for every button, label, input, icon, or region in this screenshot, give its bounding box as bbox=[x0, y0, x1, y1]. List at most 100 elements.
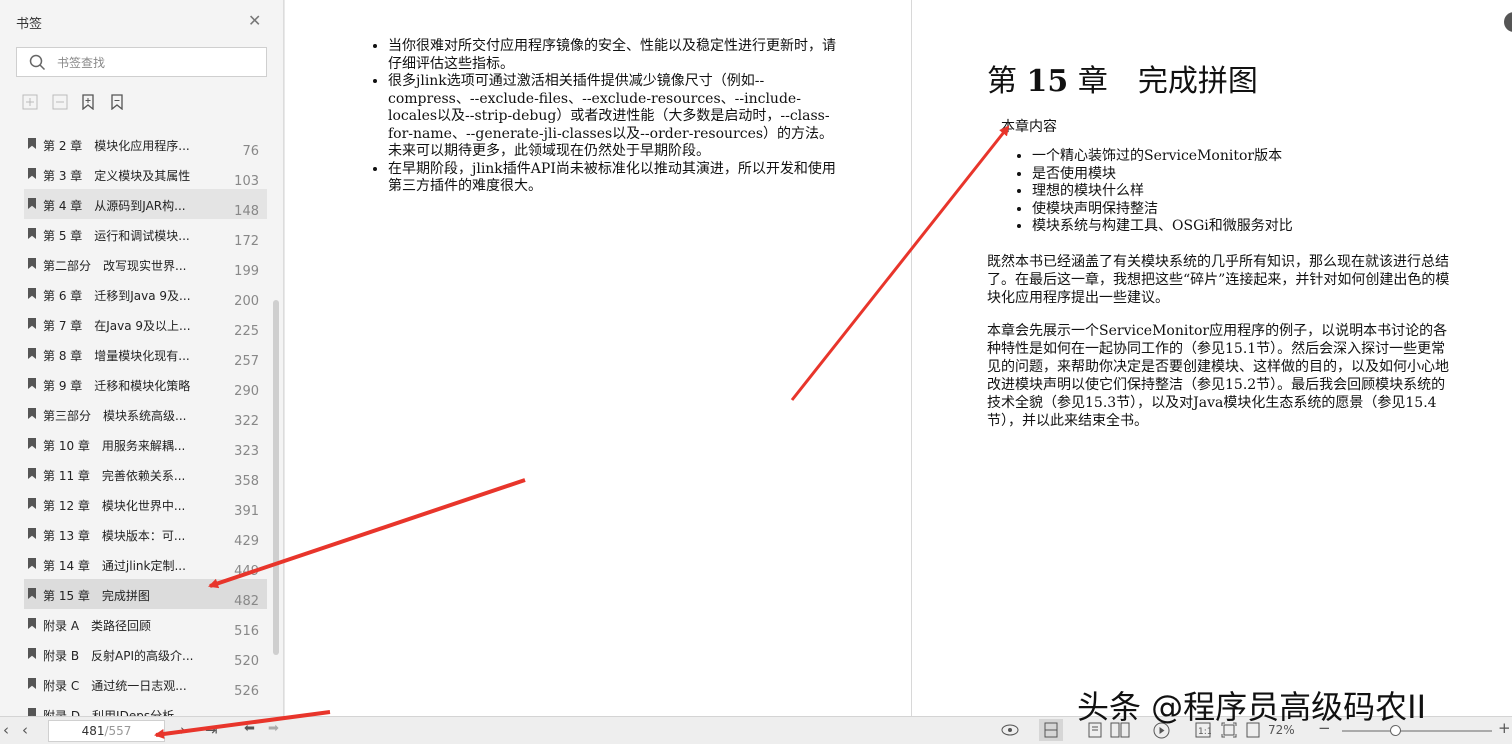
sidebar-title: 书签 bbox=[16, 17, 43, 32]
close-icon[interactable]: ✕ bbox=[248, 11, 261, 30]
document-view: 当你很难对所交付应用程序镜像的安全、性能以及稳定性进行更新时，请仔细评估这些指标… bbox=[285, 0, 1512, 716]
bookmark-page: 516 bbox=[234, 624, 259, 639]
bookmark-icon bbox=[28, 558, 36, 569]
bookmark-icon bbox=[28, 438, 36, 449]
bookmark-page: 290 bbox=[234, 384, 259, 399]
bookmark-icon bbox=[28, 408, 36, 419]
forward-icon[interactable]: ➡ bbox=[268, 721, 279, 736]
zoom-slider[interactable] bbox=[1342, 725, 1492, 736]
edge-tab[interactable] bbox=[1500, 0, 1512, 44]
bookmark-page: 482 bbox=[234, 594, 259, 609]
single-page-view-button[interactable] bbox=[1039, 719, 1063, 741]
bookmark-label: 第三部分 模块系统高级... bbox=[43, 409, 187, 423]
prev-page-button[interactable]: ‹ bbox=[22, 721, 28, 739]
bookmark-item[interactable]: 第 14 章 通过jlink定制... 449 bbox=[24, 549, 267, 579]
bookmark-item[interactable]: 第三部分 模块系统高级... 322 bbox=[24, 399, 267, 429]
watermark: 头条 @程序员高级码农II bbox=[1077, 688, 1427, 726]
back-icon[interactable]: ⬅ bbox=[244, 721, 255, 736]
bookmark-label: 第 14 章 通过jlink定制... bbox=[43, 559, 186, 573]
bookmark-item[interactable]: 第 12 章 模块化世界中... 391 bbox=[24, 489, 267, 519]
bookmark-search-box[interactable] bbox=[16, 47, 267, 77]
bookmark-label: 第 9 章 迁移和模块化策略 bbox=[43, 379, 191, 393]
bookmark-sidebar: 书签 ✕ 第 2 章 模块化应用程序... 76 第 3 章 定义模块及其属性 103… bbox=[0, 0, 284, 716]
bookmark-label: 第 6 章 迁移到Java 9及... bbox=[43, 289, 191, 303]
bookmark-label: 第二部分 改写现实世界... bbox=[43, 259, 187, 273]
bookmark-icon bbox=[28, 228, 36, 239]
chapter-topics: 一个精心装饰过的ServiceMonitor版本 是否使用模块 理想的模块什么样… bbox=[1012, 148, 1293, 236]
bookmark-icon bbox=[28, 528, 36, 539]
chapter-prefix: 第 bbox=[987, 64, 1017, 99]
bookmark-item[interactable]: 第二部分 改写现实世界... 199 bbox=[24, 249, 267, 279]
chapter-number: 15 bbox=[1026, 64, 1069, 99]
bookmark-page: 391 bbox=[234, 504, 259, 519]
bookmark-page: 322 bbox=[234, 414, 259, 429]
bookmark-label: 第 10 章 用服务来解耦... bbox=[43, 439, 186, 453]
total-pages: /557 bbox=[104, 724, 132, 738]
bookmark-search-input[interactable] bbox=[55, 52, 259, 74]
bookmark-item[interactable]: 附录 C 通过统一日志观... 526 bbox=[24, 669, 267, 699]
bookmark-item[interactable]: 第 15 章 完成拼图 482 bbox=[24, 579, 267, 609]
bookmark-page: 76 bbox=[242, 144, 259, 159]
zoom-in-button[interactable]: + bbox=[1498, 719, 1511, 737]
bookmark-item[interactable]: 第 9 章 迁移和模块化策略 290 bbox=[24, 369, 267, 399]
bookmark-page: 526 bbox=[234, 684, 259, 699]
bookmark-icon bbox=[28, 348, 36, 359]
bookmark-label: 附录 B 反射API的高级介... bbox=[43, 649, 194, 663]
collapse-all-icon[interactable] bbox=[52, 94, 68, 110]
expand-all-icon[interactable] bbox=[22, 94, 38, 110]
list-item: 很多jlink选项可通过激活相关插件提供减少镜像尺寸（例如--compress、… bbox=[388, 73, 840, 161]
bookmark-item[interactable]: 第 2 章 模块化应用程序... 76 bbox=[24, 129, 267, 159]
svg-text:1:1: 1:1 bbox=[1198, 727, 1211, 737]
bookmark-page: 199 bbox=[234, 264, 259, 279]
bookmark-page: 449 bbox=[234, 564, 259, 579]
bookmark-label: 第 7 章 在Java 9及以上... bbox=[43, 319, 191, 333]
bookmark-icon bbox=[28, 468, 36, 479]
list-item: 一个精心装饰过的ServiceMonitor版本 bbox=[1032, 148, 1293, 166]
first-page-button[interactable]: ‹ bbox=[3, 721, 9, 739]
eye-icon[interactable] bbox=[1001, 723, 1019, 737]
bookmark-page: 225 bbox=[234, 324, 259, 339]
bookmark-label: 第 2 章 模块化应用程序... bbox=[43, 139, 190, 153]
bookmark-icon bbox=[28, 648, 36, 659]
bookmark-item[interactable]: 第 4 章 从源码到JAR构... 148 bbox=[24, 189, 267, 219]
bookmark-label: 第 13 章 模块版本：可... bbox=[43, 529, 186, 543]
bookmark-item[interactable]: 第 11 章 完善依赖关系... 358 bbox=[24, 459, 267, 489]
chapter-title: 第 15 章完成拼图 bbox=[987, 56, 1258, 100]
bookmark-item[interactable]: 第 8 章 增量模块化现有... 257 bbox=[24, 339, 267, 369]
sidebar-scrollbar[interactable] bbox=[273, 300, 279, 655]
bookmark-page: 358 bbox=[234, 474, 259, 489]
bookmark-page: 520 bbox=[234, 654, 259, 669]
single-page-icon bbox=[1044, 722, 1058, 738]
bookmark-label: 附录 D 利用JDeps分析... bbox=[43, 709, 186, 716]
bookmark-icon bbox=[28, 138, 36, 149]
bookmark-label: 第 5 章 运行和调试模块... bbox=[43, 229, 190, 243]
bookmark-item[interactable]: 第 3 章 定义模块及其属性 103 bbox=[24, 159, 267, 189]
chapter-name: 完成拼图 bbox=[1137, 64, 1258, 99]
bookmark-item[interactable]: 第 5 章 运行和调试模块... 172 bbox=[24, 219, 267, 249]
bookmark-item[interactable]: 附录 A 类路径回顾 516 bbox=[24, 609, 267, 639]
body-paragraph: 既然本书已经涵盖了有关模块系统的几乎所有知识，那么现在就该进行总结了。在最后这一… bbox=[987, 254, 1450, 306]
section-heading: 本章内容 bbox=[1001, 119, 1057, 135]
search-icon bbox=[29, 54, 46, 71]
bookmark-label: 附录 C 通过统一日志观... bbox=[43, 679, 187, 693]
last-page-button[interactable]: ⇥ bbox=[205, 721, 218, 739]
add-bookmark-icon[interactable] bbox=[80, 94, 96, 110]
list-item: 当你很难对所交付应用程序镜像的安全、性能以及稳定性进行更新时，请仔细评估这些指标… bbox=[388, 38, 840, 73]
bookmark-item[interactable]: 第 6 章 迁移到Java 9及... 200 bbox=[24, 279, 267, 309]
remove-bookmark-icon[interactable] bbox=[109, 94, 125, 110]
bookmark-label: 附录 A 类路径回顾 bbox=[43, 619, 152, 633]
page-number-input[interactable]: 481/557 bbox=[48, 720, 165, 742]
bookmark-label: 第 12 章 模块化世界中... bbox=[43, 499, 186, 513]
bookmark-item[interactable]: 附录 D 利用JDeps分析... bbox=[24, 699, 267, 716]
bookmark-item[interactable]: 第 13 章 模块版本：可... 429 bbox=[24, 519, 267, 549]
bookmark-page: 323 bbox=[234, 444, 259, 459]
next-page-button[interactable]: › bbox=[180, 721, 186, 739]
bookmark-icon bbox=[28, 318, 36, 329]
list-item: 使模块声明保持整洁 bbox=[1032, 201, 1293, 219]
bookmark-page: 429 bbox=[234, 534, 259, 549]
bookmark-item[interactable]: 第 10 章 用服务来解耦... 323 bbox=[24, 429, 267, 459]
bookmark-item[interactable]: 第 7 章 在Java 9及以上... 225 bbox=[24, 309, 267, 339]
list-item: 理想的模块什么样 bbox=[1032, 183, 1293, 201]
bookmark-item[interactable]: 附录 B 反射API的高级介... 520 bbox=[24, 639, 267, 669]
bookmark-icon bbox=[28, 378, 36, 389]
